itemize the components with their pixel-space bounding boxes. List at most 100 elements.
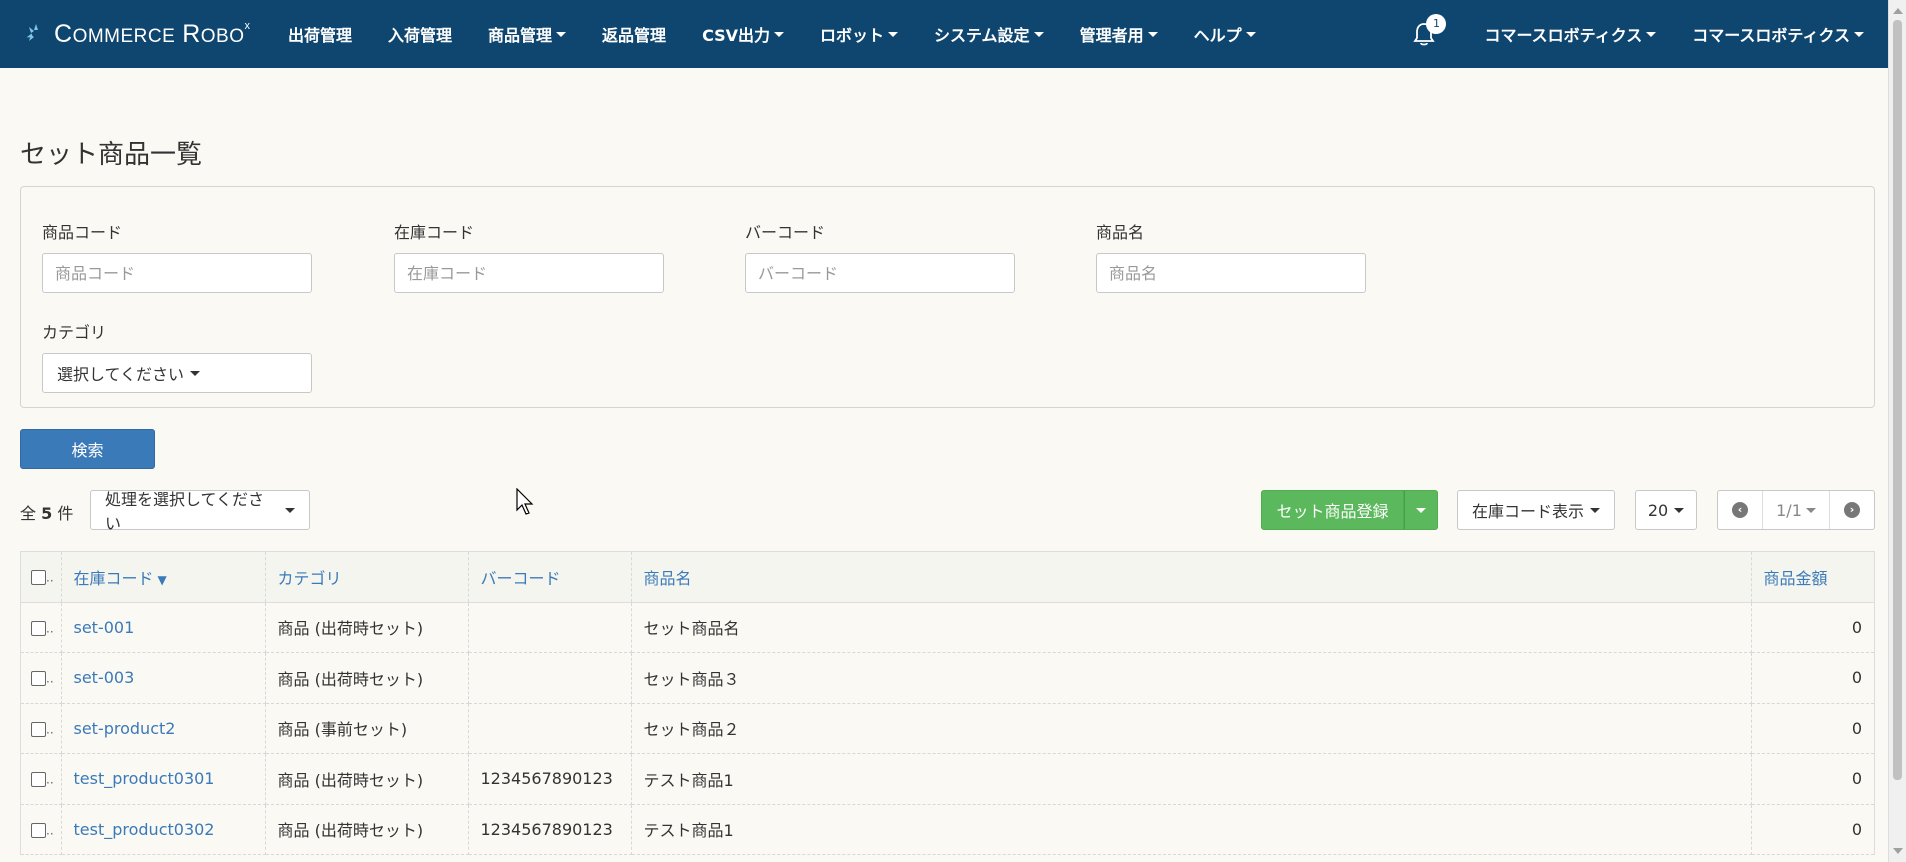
nav-item-label: ヘルプ bbox=[1193, 26, 1242, 45]
cell-price: 0 bbox=[1751, 804, 1874, 855]
notification-badge: 1 bbox=[1426, 14, 1447, 34]
scroll-thumb[interactable] bbox=[1893, 20, 1902, 780]
row-select-cell: .. bbox=[21, 652, 62, 704]
col-barcode[interactable]: バーコード bbox=[468, 552, 632, 603]
search-button[interactable]: 検索 bbox=[20, 429, 155, 469]
account-menu-1[interactable]: コマースロボティクス bbox=[1466, 0, 1674, 68]
cell-stock-code: test_product0302 bbox=[61, 804, 266, 855]
col-price[interactable]: 商品金額 bbox=[1751, 552, 1874, 603]
row-select-cell: .. bbox=[21, 753, 62, 805]
top-navbar: COMMERCE ROBOx 出荷管理 入荷管理 商品管理 返品管理 CSV出力 ロボット… bbox=[0, 0, 1888, 68]
product-table-container: .. 在庫コード ▼ カテゴリ バーコード 商品名 商品金額 .. set-001 商… bbox=[20, 551, 1875, 855]
row-select-cell: .. bbox=[21, 804, 62, 855]
nav-item-4[interactable]: CSV出力 bbox=[684, 0, 802, 68]
brand-name: COMMERCE ROBOx bbox=[54, 19, 251, 48]
product-code-label: 商品コード bbox=[42, 223, 123, 242]
nav-item-label: 管理者用 bbox=[1079, 26, 1144, 45]
nav-item-label: 入荷管理 bbox=[388, 26, 453, 45]
nav-item-label: CSV出力 bbox=[702, 26, 771, 45]
col-stock-code[interactable]: 在庫コード ▼ bbox=[61, 552, 266, 603]
page-select[interactable]: 1/1 bbox=[1762, 491, 1830, 529]
ellipsis-icon: .. bbox=[46, 823, 54, 838]
col-category[interactable]: カテゴリ bbox=[265, 552, 469, 603]
table-row[interactable]: .. set-003 商品 (出荷時セット) セット商品３ 0 bbox=[21, 652, 1874, 704]
stock-code-link[interactable]: set-001 bbox=[74, 618, 135, 637]
chevron-down-icon bbox=[285, 507, 295, 513]
stock-code-link[interactable]: set-product2 bbox=[74, 719, 176, 738]
row-checkbox[interactable] bbox=[31, 721, 46, 737]
nav-item-5[interactable]: ロボット bbox=[802, 0, 916, 68]
brand-logo[interactable]: COMMERCE ROBOx bbox=[24, 20, 270, 49]
mouse-cursor-icon bbox=[516, 488, 534, 515]
prev-page-button[interactable]: ‹ bbox=[1718, 491, 1762, 529]
register-dropdown-toggle[interactable] bbox=[1404, 490, 1438, 530]
nav-item-8[interactable]: ヘルプ bbox=[1176, 0, 1274, 68]
cell-price: 0 bbox=[1751, 602, 1874, 653]
page-title: セット商品一覧 bbox=[20, 140, 203, 170]
row-checkbox[interactable] bbox=[31, 772, 46, 788]
product-code-field: 商品コード bbox=[42, 219, 312, 293]
category-select[interactable]: 選択してください bbox=[42, 353, 312, 393]
scroll-up-arrow[interactable] bbox=[1893, 8, 1903, 14]
main-menu: 出荷管理 入荷管理 商品管理 返品管理 CSV出力 ロボット システム設定 管理者用 ヘルプ bbox=[270, 0, 1274, 68]
nav-item-6[interactable]: システム設定 bbox=[916, 0, 1062, 68]
stock-code-input[interactable] bbox=[394, 253, 664, 293]
cell-category: 商品 (出荷時セット) bbox=[265, 652, 469, 704]
total-prefix: 全 bbox=[20, 504, 37, 523]
ellipsis-icon: .. bbox=[46, 772, 54, 787]
product-code-input[interactable] bbox=[42, 253, 312, 293]
row-checkbox[interactable] bbox=[31, 671, 46, 687]
cell-stock-code: set-001 bbox=[61, 602, 266, 653]
nav-item-label: システム設定 bbox=[934, 26, 1030, 45]
nav-item-7[interactable]: 管理者用 bbox=[1062, 0, 1176, 68]
register-set-product-button[interactable]: セット商品登録 bbox=[1261, 490, 1404, 530]
per-page-select[interactable]: 20 bbox=[1635, 490, 1697, 530]
nav-item-3[interactable]: 返品管理 bbox=[584, 0, 684, 68]
next-page-button[interactable]: › bbox=[1830, 491, 1874, 529]
stock-code-display-label: 在庫コード表示 bbox=[1471, 502, 1584, 521]
cell-product-name: セット商品３ bbox=[631, 652, 1752, 704]
bulk-action-select[interactable]: 処理を選択してください bbox=[90, 490, 310, 533]
barcode-input[interactable] bbox=[745, 253, 1015, 293]
nav-item-1[interactable]: 入荷管理 bbox=[370, 0, 470, 68]
col-stock-code-label: 在庫コード bbox=[73, 568, 154, 588]
table-row[interactable]: .. set-001 商品 (出荷時セット) セット商品名 0 bbox=[21, 602, 1874, 653]
stock-code-display-select[interactable]: 在庫コード表示 bbox=[1457, 490, 1615, 530]
page-scrollbar[interactable] bbox=[1888, 0, 1906, 862]
cell-stock-code: set-product2 bbox=[61, 703, 266, 754]
pagination: ‹ 1/1 › bbox=[1717, 490, 1875, 530]
chevron-down-icon bbox=[1147, 31, 1158, 37]
account-menu-2[interactable]: コマースロボティクス bbox=[1674, 0, 1888, 68]
nav-item-label: 出荷管理 bbox=[288, 26, 353, 45]
stock-code-link[interactable]: test_product0302 bbox=[74, 820, 215, 839]
row-select-cell: .. bbox=[21, 703, 62, 754]
product-name-field: 商品名 bbox=[1096, 219, 1366, 293]
table-row[interactable]: .. test_product0301 商品 (出荷時セット) 12345678901… bbox=[21, 753, 1874, 805]
cell-category: 商品 (事前セット) bbox=[265, 703, 469, 754]
chevron-down-icon bbox=[1416, 507, 1426, 513]
notification-bell[interactable]: 1 bbox=[1404, 0, 1447, 68]
per-page-value: 20 bbox=[1647, 500, 1669, 520]
account-label-1: コマースロボティクス bbox=[1484, 26, 1643, 45]
category-select-value: 選択してください bbox=[57, 365, 185, 384]
table-row[interactable]: .. test_product0302 商品 (出荷時セット) 12345678901… bbox=[21, 804, 1874, 855]
total-count: 全 5 件 bbox=[20, 500, 73, 524]
table-body: .. set-001 商品 (出荷時セット) セット商品名 0.. set-003 商品 (… bbox=[21, 602, 1874, 855]
nav-item-2[interactable]: 商品管理 bbox=[470, 0, 584, 68]
table-row[interactable]: .. set-product2 商品 (事前セット) セット商品２ 0 bbox=[21, 703, 1874, 754]
total-suffix: 件 bbox=[57, 504, 74, 523]
barcode-label: バーコード bbox=[745, 223, 826, 242]
row-checkbox[interactable] bbox=[31, 620, 46, 636]
scroll-down-arrow[interactable] bbox=[1893, 848, 1903, 854]
stock-code-link[interactable]: set-003 bbox=[74, 668, 135, 687]
stock-code-link[interactable]: test_product0301 bbox=[74, 769, 215, 788]
col-product-name[interactable]: 商品名 bbox=[631, 552, 1752, 603]
cell-price: 0 bbox=[1751, 652, 1874, 704]
cell-price: 0 bbox=[1751, 753, 1874, 805]
row-checkbox[interactable] bbox=[31, 822, 46, 838]
nav-item-label: ロボット bbox=[820, 26, 885, 45]
select-all-checkbox[interactable] bbox=[31, 570, 46, 586]
product-name-input[interactable] bbox=[1096, 253, 1366, 293]
nav-item-0[interactable]: 出荷管理 bbox=[270, 0, 370, 68]
chevron-down-icon bbox=[1245, 31, 1256, 37]
